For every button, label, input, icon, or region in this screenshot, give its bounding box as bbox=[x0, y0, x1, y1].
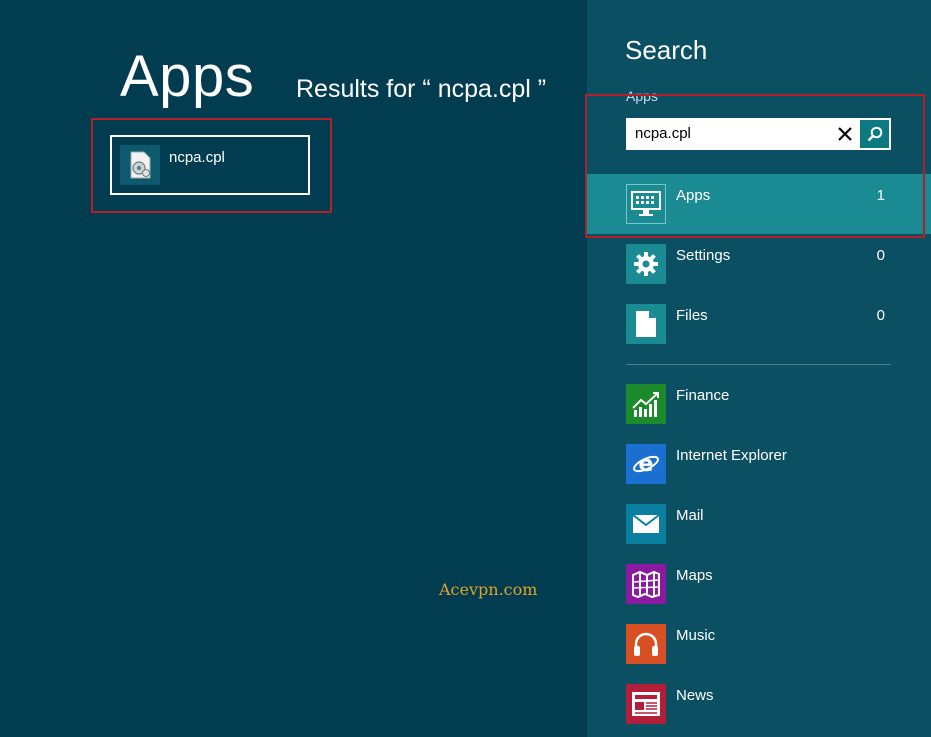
category-label-settings: Settings bbox=[676, 247, 731, 264]
app-label-finance: Finance bbox=[676, 387, 730, 404]
category-label-files: Files bbox=[676, 307, 708, 324]
apps-results-area: Apps Results for “ ncpa.cpl ” ncpa.cpl A… bbox=[0, 0, 587, 737]
category-count-settings: 0 bbox=[876, 247, 885, 264]
app-item-music[interactable]: Music bbox=[587, 614, 931, 674]
newspaper-icon bbox=[626, 684, 666, 724]
category-count-files: 0 bbox=[876, 307, 885, 324]
app-item-finance[interactable]: Finance bbox=[587, 374, 931, 434]
annotation-box-search bbox=[585, 94, 925, 238]
app-label-maps: Maps bbox=[676, 567, 713, 584]
document-icon bbox=[626, 304, 666, 344]
app-item-news[interactable]: News bbox=[587, 674, 931, 734]
search-charm-pane: Search Apps Apps 1 bbox=[585, 0, 931, 737]
result-tile-ncpa[interactable]: ncpa.cpl bbox=[110, 135, 310, 195]
search-category-settings[interactable]: Settings 0 bbox=[587, 234, 931, 294]
internet-explorer-icon: e bbox=[626, 444, 666, 484]
finance-chart-icon bbox=[626, 384, 666, 424]
map-icon bbox=[626, 564, 666, 604]
search-pane-title: Search bbox=[625, 35, 708, 65]
results-caption: Results for “ ncpa.cpl ” bbox=[296, 75, 547, 103]
gear-icon bbox=[626, 244, 666, 284]
app-label-internet-explorer: Internet Explorer bbox=[676, 447, 787, 464]
app-label-news: News bbox=[676, 687, 714, 704]
app-item-internet-explorer[interactable]: e Internet Explorer bbox=[587, 434, 931, 494]
app-label-music: Music bbox=[676, 627, 716, 644]
mail-envelope-icon bbox=[626, 504, 666, 544]
result-tile-label: ncpa.cpl bbox=[169, 149, 225, 166]
search-category-files[interactable]: Files 0 bbox=[587, 294, 931, 354]
app-item-maps[interactable]: Maps bbox=[587, 554, 931, 614]
app-item-mail[interactable]: Mail bbox=[587, 494, 931, 554]
watermark-text: Acevpn.com bbox=[439, 580, 538, 599]
divider bbox=[626, 364, 891, 365]
page-title: Apps bbox=[120, 44, 255, 109]
svg-text:e: e bbox=[639, 452, 654, 477]
control-panel-file-icon bbox=[120, 145, 160, 185]
app-label-mail: Mail bbox=[676, 507, 704, 524]
headphones-icon bbox=[626, 624, 666, 664]
